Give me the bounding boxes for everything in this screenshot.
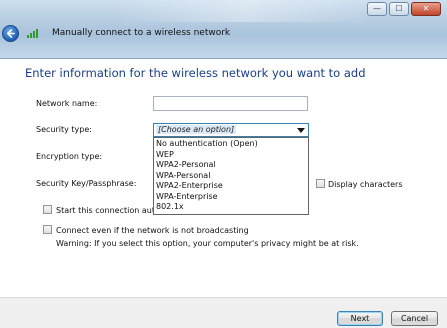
dropdown-option-open[interactable]: No authentication (Open): [154, 139, 308, 150]
security-type-label: Security type:: [36, 125, 92, 134]
privacy-warning: Warning: If you select this option, your…: [56, 239, 359, 248]
chevron-down-icon: [297, 128, 305, 133]
dropdown-option-wpa-enterprise[interactable]: WPA-Enterprise: [154, 192, 308, 203]
start-auto-checkbox[interactable]: [43, 205, 52, 214]
wireless-signal-icon: [27, 28, 38, 38]
close-button[interactable]: ✕: [411, 2, 441, 16]
next-button[interactable]: Next: [337, 311, 383, 326]
window-controls: — ☐ ✕: [367, 2, 441, 16]
security-type-selected: [Choose an option]: [156, 125, 237, 134]
back-button[interactable]: [2, 24, 19, 42]
security-key-label: Security Key/Passphrase:: [36, 179, 137, 188]
network-name-input[interactable]: [153, 96, 308, 111]
display-characters-label: Display characters: [328, 180, 403, 189]
security-type-dropdown-list: No authentication (Open) WEP WPA2-Person…: [153, 137, 309, 215]
window-title: Manually connect to a wireless network: [52, 28, 231, 38]
title-bar: — ☐ ✕ Manually connect to a wireless net…: [0, 0, 447, 59]
back-arrow-icon: [6, 28, 15, 38]
page-heading: Enter information for the wireless netwo…: [25, 66, 366, 80]
start-auto-label: Start this connection auto: [56, 206, 160, 215]
connect-not-broadcasting-label: Connect even if the network is not broad…: [56, 226, 249, 235]
network-name-label: Network name:: [36, 99, 98, 108]
maximize-button[interactable]: ☐: [389, 2, 409, 16]
dropdown-option-wpa2-personal[interactable]: WPA2-Personal: [154, 160, 308, 171]
cancel-button[interactable]: Cancel: [391, 311, 438, 326]
nav-row: Manually connect to a wireless network: [2, 24, 230, 42]
security-type-select[interactable]: [Choose an option]: [153, 123, 309, 137]
minimize-button[interactable]: —: [367, 2, 387, 16]
dropdown-option-wpa-personal[interactable]: WPA-Personal: [154, 171, 308, 182]
display-characters-checkbox[interactable]: [316, 179, 325, 188]
dropdown-option-wpa2-enterprise[interactable]: WPA2-Enterprise: [154, 181, 308, 192]
connect-not-broadcasting-checkbox[interactable]: [43, 225, 52, 234]
footer-bar: Next Cancel: [0, 297, 447, 328]
dropdown-option-8021x[interactable]: 802.1x: [154, 202, 308, 213]
title-bar-glass: [120, 0, 370, 22]
encryption-type-label: Encryption type:: [36, 152, 103, 161]
dropdown-option-wep[interactable]: WEP: [154, 150, 308, 161]
main-content: Enter information for the wireless netwo…: [0, 59, 447, 297]
